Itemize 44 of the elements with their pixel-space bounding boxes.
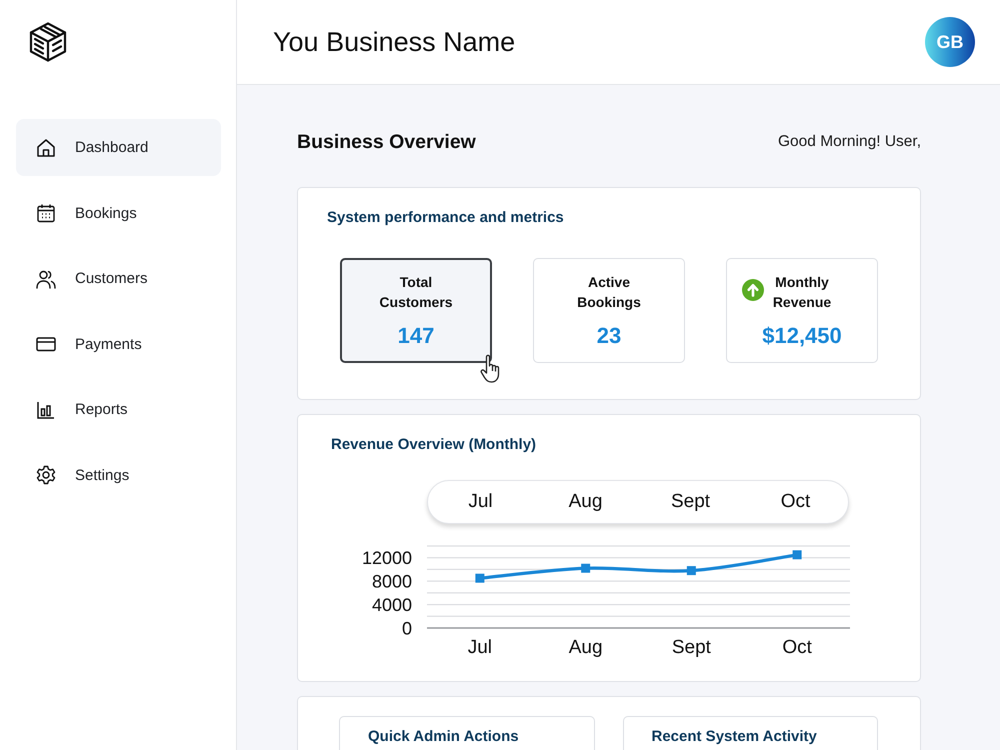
avatar[interactable]: GB bbox=[925, 17, 975, 67]
stat-label: Total Customers bbox=[378, 273, 454, 312]
month-tab[interactable]: Aug bbox=[568, 491, 602, 513]
stat-card[interactable]: Active Bookings 23 bbox=[533, 258, 685, 363]
panel-heading: Recent System Activity bbox=[652, 728, 817, 746]
y-axis-label: 0 bbox=[402, 618, 412, 638]
chart-title: Revenue Overview (Monthly) bbox=[331, 436, 536, 454]
calendar-icon bbox=[36, 203, 56, 223]
y-axis-label: 8000 bbox=[372, 572, 412, 592]
business-name: You Business Name bbox=[273, 26, 516, 58]
stat-value: 147 bbox=[398, 323, 434, 349]
data-point bbox=[581, 564, 590, 573]
y-axis-label: 12000 bbox=[362, 548, 412, 568]
page-title: Business Overview bbox=[297, 130, 476, 154]
users-icon bbox=[36, 268, 56, 288]
bar-chart-icon bbox=[36, 400, 56, 420]
stat-value: 23 bbox=[596, 323, 622, 349]
sidebar-item[interactable]: Dashboard bbox=[16, 119, 221, 176]
stat-value: $12,450 bbox=[762, 323, 842, 349]
stat-label: Monthly Revenue bbox=[772, 273, 832, 312]
sidebar-item[interactable]: Customers bbox=[16, 250, 221, 307]
month-tab[interactable]: Sept bbox=[670, 491, 710, 513]
sidebar-item[interactable]: Bookings bbox=[16, 184, 221, 242]
x-axis-label: Oct bbox=[782, 637, 812, 658]
settings-icon bbox=[36, 465, 56, 485]
month-tab[interactable]: Oct bbox=[780, 491, 810, 513]
x-axis-label: Aug bbox=[568, 637, 603, 658]
month-tab[interactable]: Jul bbox=[468, 491, 493, 513]
section-heading: System performance and metrics bbox=[327, 209, 564, 227]
data-point bbox=[792, 550, 802, 560]
home-icon bbox=[36, 138, 56, 158]
sidebar-item[interactable]: Settings bbox=[16, 446, 221, 504]
stat-label: Active Bookings bbox=[576, 273, 642, 312]
cube-icon bbox=[29, 22, 67, 62]
greeting-text: Good Morning! User, bbox=[778, 133, 921, 151]
sidebar-item[interactable]: Reports bbox=[16, 381, 221, 438]
y-axis-label: 4000 bbox=[372, 595, 412, 616]
stat-card[interactable]: Monthly Revenue $12,450 bbox=[726, 258, 878, 363]
x-axis-label: Sept bbox=[672, 637, 711, 658]
data-point bbox=[475, 574, 484, 583]
x-axis-label: Jul bbox=[468, 637, 492, 658]
sidebar-item[interactable]: Payments bbox=[16, 316, 221, 372]
panel-heading: Quick Admin Actions bbox=[368, 728, 519, 746]
data-point bbox=[686, 566, 696, 576]
